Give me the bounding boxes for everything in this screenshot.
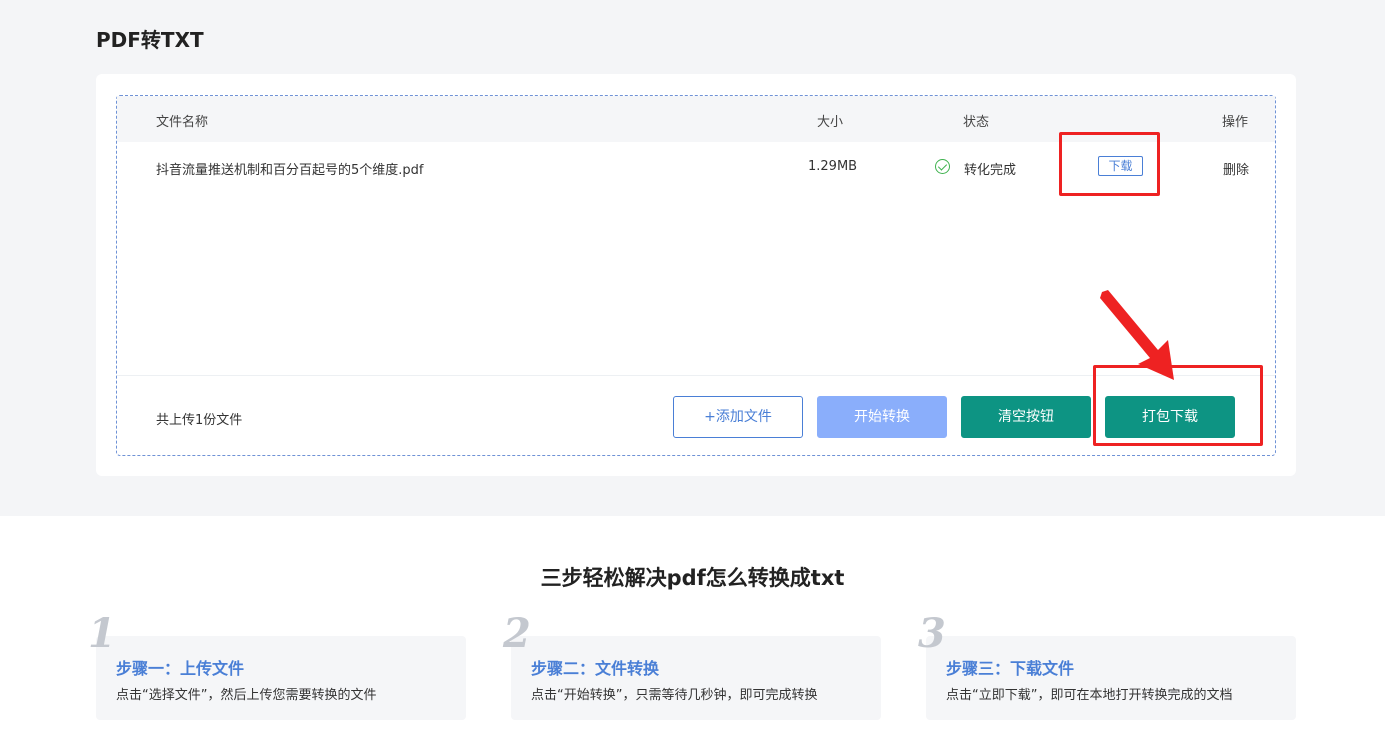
add-file-button[interactable]: +添加文件	[673, 396, 803, 438]
clear-button[interactable]: 清空按钮	[961, 396, 1091, 438]
file-status: 转化完成	[964, 163, 1017, 178]
converter-panel: 文件名称 大小 状态 操作 抖音流量推送机制和百分百起号的5个维度.pdf 1.…	[96, 74, 1296, 476]
steps-title: 三步轻松解决pdf怎么转换成txt	[540, 566, 845, 590]
header-status: 状态	[963, 115, 990, 130]
step-card-2: 2 步骤二：文件转换 点击“开始转换”，只需等待几秒钟，即可完成转换	[503, 614, 881, 720]
upload-count: 共上传1份文件	[156, 413, 243, 428]
step-number: 1	[88, 610, 116, 657]
step-card-3: 3 步骤三：下载文件 点击“立即下载”，即可在本地打开转换完成的文档	[918, 614, 1296, 720]
delete-link[interactable]: 删除	[1223, 159, 1249, 178]
header-size: 大小	[817, 115, 844, 130]
step-desc: 点击“选择文件”，然后上传您需要转换的文件	[116, 688, 377, 703]
start-convert-button[interactable]: 开始转换	[817, 396, 947, 438]
header-filename: 文件名称	[156, 115, 209, 130]
step-title: 步骤一：上传文件	[116, 659, 245, 678]
file-size: 1.29MB	[808, 159, 858, 174]
download-button[interactable]: 下载	[1098, 156, 1143, 176]
step-card-1: 1 步骤一：上传文件 点击“选择文件”，然后上传您需要转换的文件	[88, 614, 466, 720]
footer-divider	[117, 375, 1275, 376]
file-dropzone[interactable]: 文件名称 大小 状态 操作 抖音流量推送机制和百分百起号的5个维度.pdf 1.…	[116, 95, 1276, 456]
step-desc: 点击“开始转换”，只需等待几秒钟，即可完成转换	[531, 688, 818, 703]
table-row: 抖音流量推送机制和百分百起号的5个维度.pdf 1.29MB 转化完成 下载 删…	[117, 142, 1275, 186]
step-title: 步骤二：文件转换	[531, 659, 660, 678]
table-header: 文件名称 大小 状态 操作	[117, 96, 1275, 142]
step-number: 2	[503, 610, 531, 657]
check-circle-icon	[935, 159, 950, 174]
page-title: PDF转TXT	[96, 28, 204, 52]
step-number: 3	[918, 610, 946, 657]
header-action: 操作	[1222, 115, 1249, 130]
pack-download-button[interactable]: 打包下载	[1105, 396, 1235, 438]
step-desc: 点击“立即下载”，即可在本地打开转换完成的文档	[946, 688, 1233, 703]
file-name: 抖音流量推送机制和百分百起号的5个维度.pdf	[156, 163, 424, 178]
step-title: 步骤三：下载文件	[946, 659, 1075, 678]
